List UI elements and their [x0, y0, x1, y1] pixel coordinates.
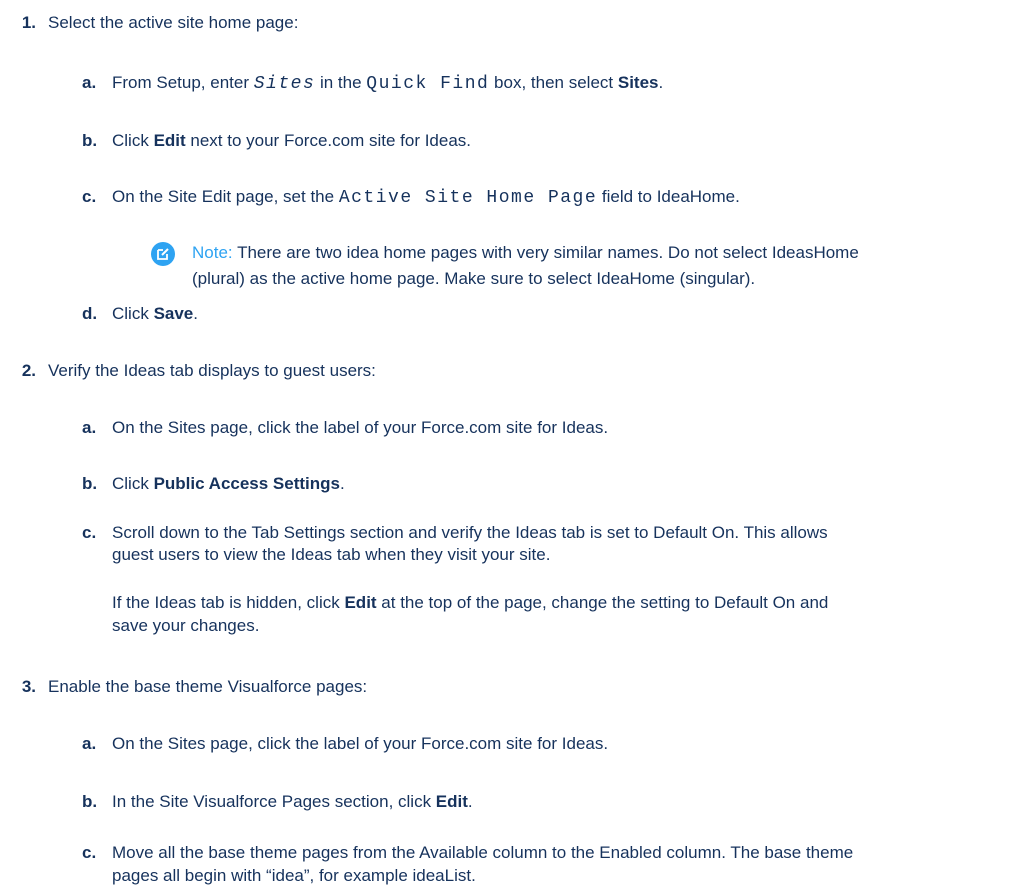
step-3b: b. In the Site Visualforce Pages section,… [82, 791, 473, 813]
step-1d: d. Click Save. [82, 303, 198, 325]
text: Click [112, 474, 154, 493]
step-2c-extra-line-2: save your changes. [112, 616, 260, 635]
code-sites: Sites [253, 74, 316, 94]
step-3: 3. Enable the base theme Visualforce page… [0, 676, 367, 698]
bold-edit: Edit [435, 792, 468, 811]
step-3a: a. On the Sites page, click the label of … [82, 733, 608, 755]
text: Scroll down to the Tab Settings section … [112, 523, 828, 542]
document-page: 1. Select the active site home page: a. Fr… [0, 0, 1029, 885]
substep-label: a. [82, 73, 97, 92]
step-1c: c. On the Site Edit page, set the Active … [82, 186, 740, 209]
step-2c-line-2: guest users to view the Ideas tab when t… [112, 545, 551, 564]
step-2: 2. Verify the Ideas tab displays to guest… [0, 360, 376, 382]
note-label: Note: [192, 243, 233, 262]
substep-label: c. [82, 187, 97, 206]
text: . [658, 73, 664, 92]
step-1b: b. Click Edit next to your Force.com site… [82, 130, 471, 152]
code-quick-find: Quick Find [366, 74, 490, 94]
text: field to IdeaHome. [597, 187, 740, 206]
bold-edit: Edit [153, 131, 186, 150]
step-3c: c. Move all the base theme pages from the… [82, 842, 853, 864]
step-2b: b. Click Public Access Settings. [82, 473, 345, 495]
text: box, then select [489, 73, 618, 92]
note-block: Note: There are two idea home pages with… [192, 240, 992, 292]
step-number: 2. [21, 361, 36, 380]
text: next to your Force.com site for Ideas. [185, 131, 472, 150]
text: On the Site Edit page, set the [112, 187, 339, 206]
bold-public-access-settings: Public Access Settings [153, 474, 340, 493]
substep-label: a. [82, 734, 97, 753]
step-2c-extra: If the Ideas tab is hidden, click Edit a… [112, 592, 828, 614]
text: at the top of the page, change the setti… [376, 593, 829, 612]
substep-label: b. [82, 792, 98, 811]
note-edit-icon [151, 242, 175, 266]
step-number: 1. [21, 13, 36, 32]
substep-label: c. [82, 523, 97, 542]
bold-save: Save [153, 304, 194, 323]
text: From Setup, enter [112, 73, 254, 92]
substep-label: a. [82, 418, 97, 437]
text: Move all the base theme pages from the A… [112, 843, 854, 862]
bold-edit: Edit [344, 593, 377, 612]
bold-sites: Sites [617, 73, 659, 92]
step-1: 1. Select the active site home page: [0, 12, 299, 34]
code-active-site-home-page: Active Site Home Page [338, 188, 598, 208]
note-line-1: There are two idea home pages with very … [237, 243, 859, 262]
step-2a: a. On the Sites page, click the label of … [82, 417, 608, 439]
substep-label: b. [82, 131, 98, 150]
substep-label: d. [82, 304, 98, 323]
note-line-2: (plural) as the active home page. Make s… [192, 269, 756, 288]
text: Click [112, 131, 154, 150]
step-text: Select the active site home page: [48, 13, 299, 32]
step-text: Enable the base theme Visualforce pages: [48, 677, 368, 696]
text: in the [315, 73, 367, 92]
substep-label: b. [82, 474, 98, 493]
text: . [193, 304, 198, 323]
text: If the Ideas tab is hidden, click [112, 593, 345, 612]
text: In the Site Visualforce Pages section, c… [112, 792, 436, 811]
step-1a: a. From Setup, enter Sites in the Quick F… [82, 72, 663, 95]
step-2c: c. Scroll down to the Tab Settings sectio… [82, 522, 828, 544]
text: . [340, 474, 345, 493]
step-text: Verify the Ideas tab displays to guest u… [48, 361, 376, 380]
text: On the Sites page, click the label of yo… [112, 418, 609, 437]
substep-label: c. [82, 843, 97, 862]
text: On the Sites page, click the label of yo… [112, 734, 609, 753]
text: . [467, 792, 473, 811]
text: Click [112, 304, 154, 323]
step-number: 3. [21, 677, 36, 696]
